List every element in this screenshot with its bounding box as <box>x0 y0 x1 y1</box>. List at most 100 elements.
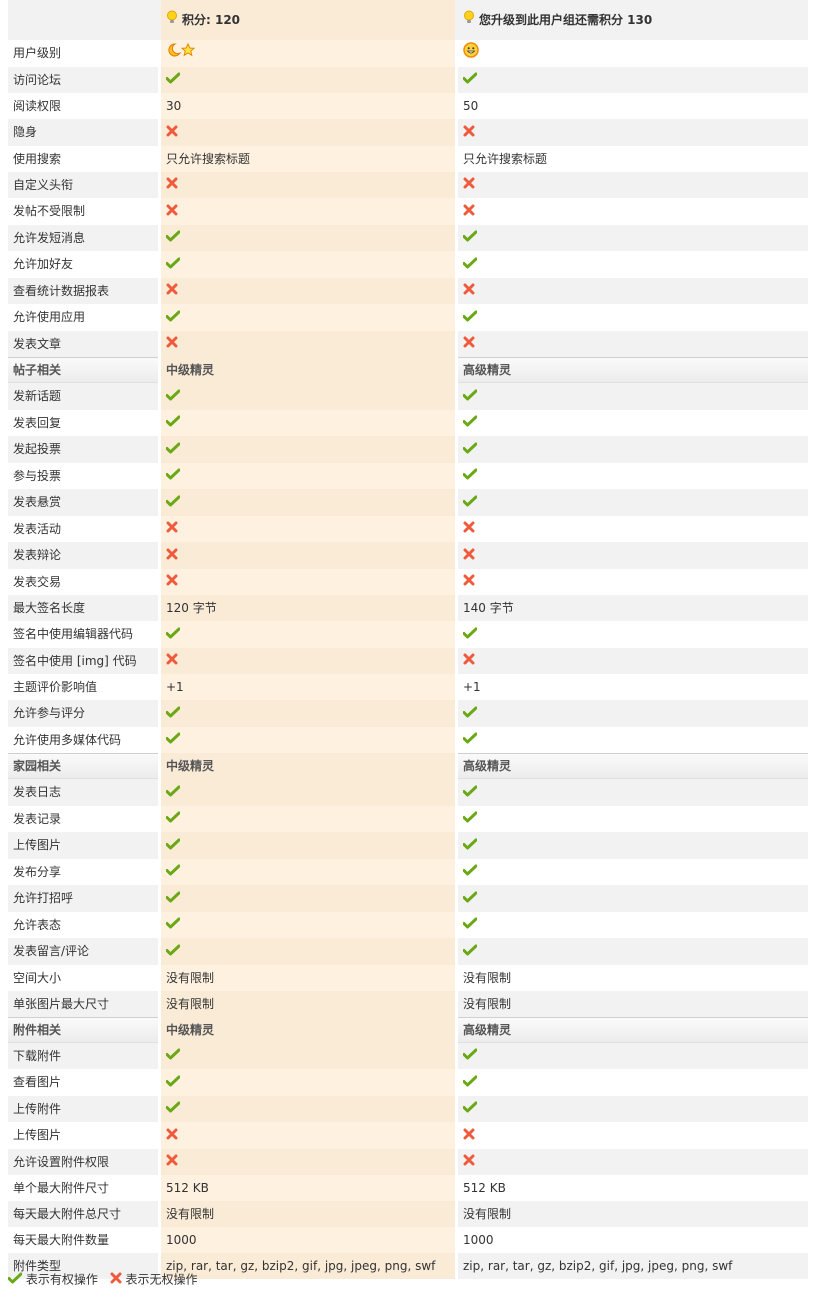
table-row: 发帖不受限制 <box>8 198 808 225</box>
next-group-value <box>458 885 808 912</box>
cross-icon <box>166 648 178 674</box>
permission-label: 发表留言/评论 <box>8 938 158 965</box>
permission-label: 自定义头衔 <box>8 171 158 198</box>
check-icon <box>165 622 181 648</box>
value-text: 没有限制 <box>166 1207 215 1221</box>
current-group-value: 没有限制 <box>161 964 455 991</box>
next-group-value <box>458 779 808 806</box>
current-group-value <box>161 779 455 806</box>
permission-label: 参与投票 <box>8 462 158 489</box>
table-row: 上传图片 <box>8 1122 808 1149</box>
next-group-value <box>458 621 808 648</box>
next-group-value: 没有限制 <box>458 1201 808 1227</box>
current-group-value <box>161 119 455 146</box>
sun-smile-rank-icon <box>463 41 479 67</box>
current-group-value <box>161 542 455 569</box>
check-icon <box>462 727 478 753</box>
table-row: 下载附件 <box>8 1042 808 1069</box>
current-group-value: 没有限制 <box>161 1201 455 1227</box>
check-icon <box>462 252 478 278</box>
table-row: 每天最大附件数量 1000 1000 <box>8 1227 808 1253</box>
value-text: 30 <box>166 99 182 113</box>
current-group-value: 512 KB <box>161 1175 455 1201</box>
cross-icon <box>463 516 475 542</box>
check-icon <box>165 490 181 516</box>
check-icon <box>165 912 181 938</box>
permission-label: 允许参与评分 <box>8 700 158 727</box>
usergroup-permission-table: 积分: 120 您升级到此用户组还需积分 130 用户级别 访问论坛 阅读权限 30 5… <box>8 0 808 1279</box>
lightbulb-icon <box>463 7 475 33</box>
legend: 表示有权操作 表示无权操作 <box>7 1270 206 1288</box>
permission-label: 用户级别 <box>8 40 158 67</box>
current-group-value <box>161 1069 455 1096</box>
next-group-value <box>458 1148 808 1175</box>
moon-star-rank-icon <box>166 41 196 67</box>
cross-icon <box>463 199 475 225</box>
next-group-value <box>458 330 808 357</box>
table-row: 发表辩论 <box>8 542 808 569</box>
current-group-value <box>161 304 455 331</box>
lightbulb-icon <box>166 7 178 33</box>
check-icon <box>165 939 181 965</box>
value-text: 没有限制 <box>166 996 215 1011</box>
next-group-value <box>458 1122 808 1149</box>
current-group-name: 中级精灵 <box>161 357 455 383</box>
next-group-value <box>458 409 808 436</box>
table-header-row: 积分: 120 您升级到此用户组还需积分 130 <box>8 0 808 40</box>
current-group-value <box>161 171 455 198</box>
permission-label: 发帖不受限制 <box>8 198 158 225</box>
check-icon <box>165 886 181 912</box>
check-icon <box>462 1043 478 1069</box>
cross-icon <box>166 543 178 569</box>
next-group-value: 512 KB <box>458 1175 808 1201</box>
next-group-value <box>458 224 808 251</box>
next-group-name: 高级精灵 <box>458 1016 808 1043</box>
table-row: 发表留言/评论 <box>8 938 808 965</box>
check-icon <box>462 806 478 832</box>
cross-icon <box>463 1123 475 1149</box>
permission-label: 访问论坛 <box>8 66 158 93</box>
permission-label: 允许打招呼 <box>8 885 158 912</box>
check-icon <box>165 410 181 436</box>
check-icon <box>462 67 478 93</box>
table-row: 每天最大附件总尺寸 没有限制 没有限制 <box>8 1201 808 1227</box>
check-icon <box>462 410 478 436</box>
permission-label: 允许使用应用 <box>8 304 158 331</box>
permission-label: 发表悬赏 <box>8 489 158 516</box>
permission-label: 发起投票 <box>8 436 158 463</box>
next-group-value: 没有限制 <box>458 990 808 1017</box>
section-title: 帖子相关 <box>8 357 158 383</box>
next-group-value <box>458 277 808 304</box>
current-group-value <box>161 621 455 648</box>
value-text: 1000 <box>463 1233 494 1247</box>
current-group-value <box>161 462 455 489</box>
section-title: 家园相关 <box>8 753 158 779</box>
permission-label: 单张图片最大尺寸 <box>8 990 158 1017</box>
next-group-value <box>458 515 808 542</box>
next-group-value: 140 字节 <box>458 595 808 621</box>
table-row: 用户级别 <box>8 40 808 67</box>
cross-icon <box>463 172 475 198</box>
table-row: 查看图片 <box>8 1069 808 1096</box>
check-icon <box>462 939 478 965</box>
check-icon <box>462 305 478 331</box>
table-row: 使用搜索 只允许搜索标题 只允许搜索标题 <box>8 145 808 172</box>
permission-label: 发表日志 <box>8 779 158 806</box>
cross-icon <box>463 543 475 569</box>
section-header-row: 家园相关 中级精灵 高级精灵 <box>8 753 808 779</box>
check-icon <box>462 859 478 885</box>
next-group-value <box>458 568 808 595</box>
next-group-value <box>458 1042 808 1069</box>
permission-label: 单个最大附件尺寸 <box>8 1175 158 1201</box>
check-icon <box>165 701 181 727</box>
next-group-value <box>458 1069 808 1096</box>
check-icon <box>462 886 478 912</box>
permission-label: 下载附件 <box>8 1042 158 1069</box>
legend-no-label: 表示无权操作 <box>125 1272 198 1287</box>
current-group-value <box>161 568 455 595</box>
table-row: 发表回复 <box>8 409 808 436</box>
current-group-value: +1 <box>161 674 455 700</box>
check-icon <box>462 780 478 806</box>
cross-icon <box>463 120 475 146</box>
permission-label: 允许发短消息 <box>8 224 158 251</box>
